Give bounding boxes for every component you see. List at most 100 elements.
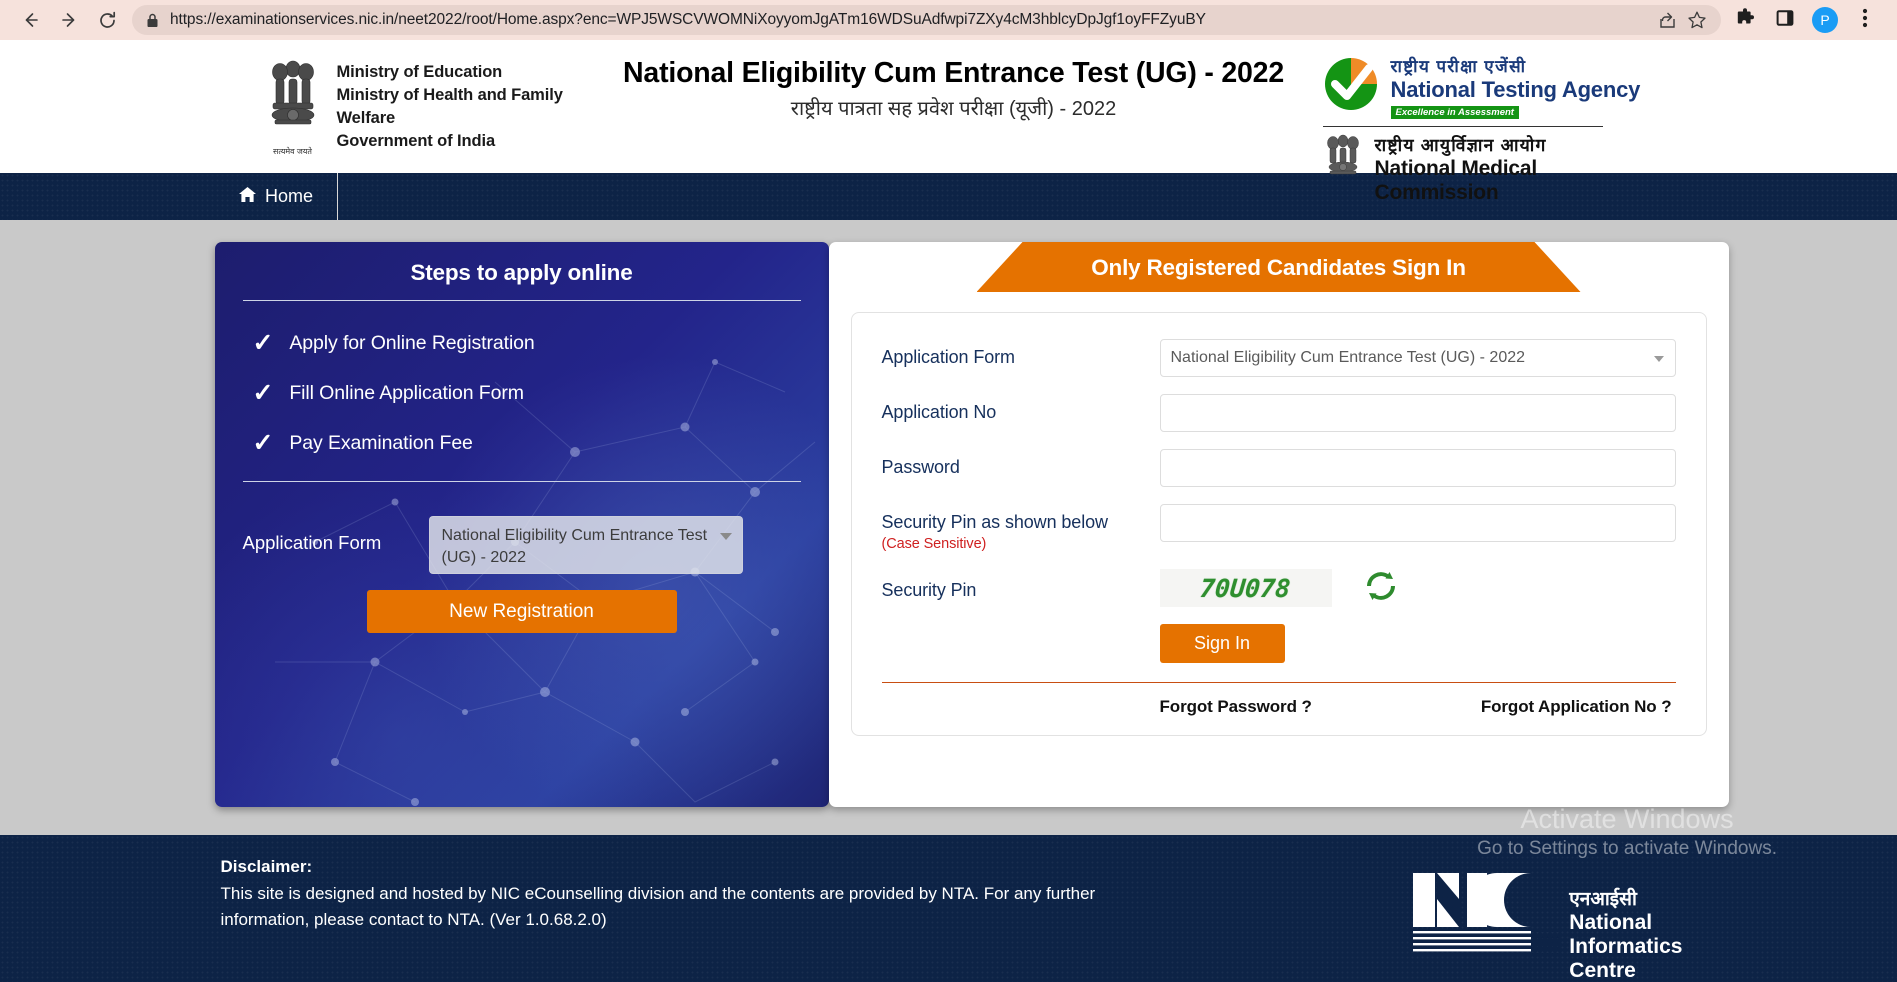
puzzle-icon	[1735, 7, 1755, 33]
registration-form-row: Application Form National Eligibility Cu…	[243, 516, 801, 574]
application-no-row: Application No	[882, 394, 1676, 432]
sign-in-ribbon-title: Only Registered Candidates Sign In	[977, 242, 1581, 292]
new-registration-button[interactable]: New Registration	[366, 590, 677, 633]
check-icon: ✓	[252, 329, 274, 357]
forward-arrow-icon	[59, 10, 79, 30]
ministry-line-3: Government of India	[336, 132, 496, 150]
check-icon: ✓	[252, 429, 274, 457]
reload-icon	[97, 10, 118, 31]
nta-name-english: National Testing Agency	[1390, 77, 1641, 102]
site-footer: Activate Windows Go to Settings to activ…	[0, 804, 1897, 982]
application-no-label: Application No	[881, 402, 997, 422]
ministry-line-2: Ministry of Health and Family Welfare	[336, 86, 563, 127]
password-row: Password	[882, 449, 1676, 487]
nta-logo-block: राष्ट्रीय परीक्षा एजेंसी National Testin…	[1323, 54, 1659, 120]
captcha-text: 70U078	[1199, 573, 1292, 603]
share-button[interactable]	[1658, 11, 1677, 30]
forgot-password-link[interactable]: Forgot Password ?	[1160, 697, 1312, 717]
agency-logos: राष्ट्रीय परीक्षा एजेंसी National Testin…	[1309, 40, 1659, 205]
page-title: National Eligibility Cum Entrance Test (…	[623, 57, 1284, 89]
steps-panel-title: Steps to apply online	[410, 260, 633, 285]
nta-logo-icon	[1323, 56, 1379, 112]
registration-form-select[interactable]: National Eligibility Cum Entrance Test (…	[428, 516, 743, 574]
step-item-2: ✓ Fill Online Application Form	[253, 381, 801, 406]
disclaimer-body: This site is designed and hosted by NIC …	[220, 884, 1096, 929]
sign-in-button-spacer	[882, 624, 1160, 663]
disclaimer-title: Disclaimer:	[220, 857, 313, 876]
site-header: सत्यमेव जयते Ministry of Education Minis…	[0, 40, 1897, 204]
nta-tagline: Excellence in Assessment	[1390, 106, 1519, 119]
nic-logo-icon	[1411, 869, 1562, 955]
forgot-application-no-link[interactable]: Forgot Application No ?	[1481, 697, 1672, 717]
refresh-captcha-button[interactable]	[1364, 571, 1398, 605]
browser-toolbar: https://examinationservices.nic.in/neet2…	[0, 0, 1897, 40]
refresh-captcha-icon	[1365, 570, 1397, 607]
back-arrow-icon	[21, 10, 41, 30]
emblem-motto: सत्यमेव जयते	[273, 147, 312, 156]
avatar: P	[1812, 7, 1838, 33]
sign-in-button[interactable]: Sign In	[1159, 624, 1285, 663]
password-input[interactable]	[1159, 449, 1676, 487]
profile-button[interactable]: P	[1805, 3, 1845, 37]
sign-in-form: Application Form National Eligibility Cu…	[850, 312, 1707, 736]
registration-form-selected-value: National Eligibility Cum Entrance Test (…	[441, 527, 708, 566]
nav-item-home[interactable]: Home	[238, 173, 339, 220]
bookmark-button[interactable]	[1687, 10, 1707, 30]
nta-name-hindi: राष्ट्रीय परीक्षा एजेंसी	[1390, 57, 1527, 76]
side-panel-button[interactable]	[1765, 3, 1805, 37]
url-text: https://examinationservices.nic.in/neet2…	[170, 11, 1206, 28]
ministry-line-1: Ministry of Education	[336, 63, 503, 81]
forward-button[interactable]	[50, 5, 88, 35]
agency-divider	[1322, 126, 1603, 127]
security-pin-label: Security Pin as shown below	[881, 512, 1109, 532]
page-body: Steps to apply online ✓ Apply for Online…	[0, 220, 1897, 835]
nic-name-line2: Informatics	[1569, 935, 1683, 958]
password-label: Password	[881, 457, 960, 477]
case-sensitive-note: (Case Sensitive)	[881, 536, 987, 552]
side-panel-icon	[1775, 8, 1795, 33]
steps-panel: Steps to apply online ✓ Apply for Online…	[214, 242, 829, 807]
sign-in-panel: Only Registered Candidates Sign In Appli…	[828, 242, 1729, 807]
step-item-1: ✓ Apply for Online Registration	[253, 331, 801, 356]
three-dot-menu-icon	[1862, 7, 1868, 34]
address-bar[interactable]: https://examinationservices.nic.in/neet2…	[132, 5, 1721, 35]
back-button[interactable]	[12, 5, 50, 35]
page-title-hindi: राष्ट्रीय पात्रता सह प्रवेश परीक्षा (यूज…	[790, 98, 1117, 120]
step-label-3: Pay Examination Fee	[289, 432, 473, 454]
page-title-block: National Eligibility Cum Entrance Test (…	[599, 40, 1309, 124]
disclaimer-block: Disclaimer: This site is designed and ho…	[215, 857, 1111, 982]
steps-panel-divider-top	[242, 300, 801, 301]
security-pin-label-block: Security Pin as shown below (Case Sensit…	[882, 504, 1160, 552]
nic-logo-block: एनआईसी National Informatics Centre	[1411, 857, 1683, 982]
security-pin-row: Security Pin as shown below (Case Sensit…	[882, 504, 1676, 552]
step-label-1: Apply for Online Registration	[289, 332, 535, 354]
extensions-button[interactable]	[1725, 3, 1765, 37]
home-icon	[238, 186, 257, 208]
step-item-3: ✓ Pay Examination Fee	[253, 431, 801, 456]
nmc-name-hindi: राष्ट्रीय आयुर्विज्ञान आयोग	[1374, 135, 1547, 155]
browser-tool-icons: P	[1725, 3, 1885, 37]
chevron-down-icon	[1653, 356, 1664, 362]
reload-button[interactable]	[88, 5, 126, 35]
chevron-down-icon	[719, 533, 732, 540]
nmc-name-english: National Medical Commission	[1374, 157, 1538, 204]
security-pin-input[interactable]	[1159, 504, 1676, 542]
helper-links-row: Forgot Password ? Forgot Application No …	[882, 683, 1676, 717]
nmc-logo-block: राष्ट्रीय आयुर्विज्ञान आयोग National Med…	[1323, 133, 1659, 205]
application-form-row: Application Form National Eligibility Cu…	[882, 339, 1676, 377]
check-icon: ✓	[252, 379, 274, 407]
sign-in-button-row: Sign In	[882, 624, 1676, 663]
government-emblem-block: सत्यमेव जयते Ministry of Education Minis…	[239, 40, 599, 156]
captcha-label: Security Pin	[881, 579, 977, 600]
application-form-label: Application Form	[881, 347, 1016, 367]
nic-name-line3: Centre	[1569, 959, 1636, 982]
application-no-input[interactable]	[1159, 394, 1676, 432]
captcha-row: Security Pin 70U078	[882, 569, 1676, 607]
registration-form-label: Application Form	[242, 532, 382, 553]
india-emblem-icon: सत्यमेव जयते	[263, 58, 323, 156]
browser-menu-button[interactable]	[1845, 3, 1885, 37]
nic-name-hindi: एनआईसी	[1569, 889, 1637, 910]
ministry-names: Ministry of Education Ministry of Health…	[337, 58, 599, 153]
step-label-2: Fill Online Application Form	[289, 382, 524, 404]
application-form-select[interactable]: National Eligibility Cum Entrance Test (…	[1159, 339, 1676, 377]
